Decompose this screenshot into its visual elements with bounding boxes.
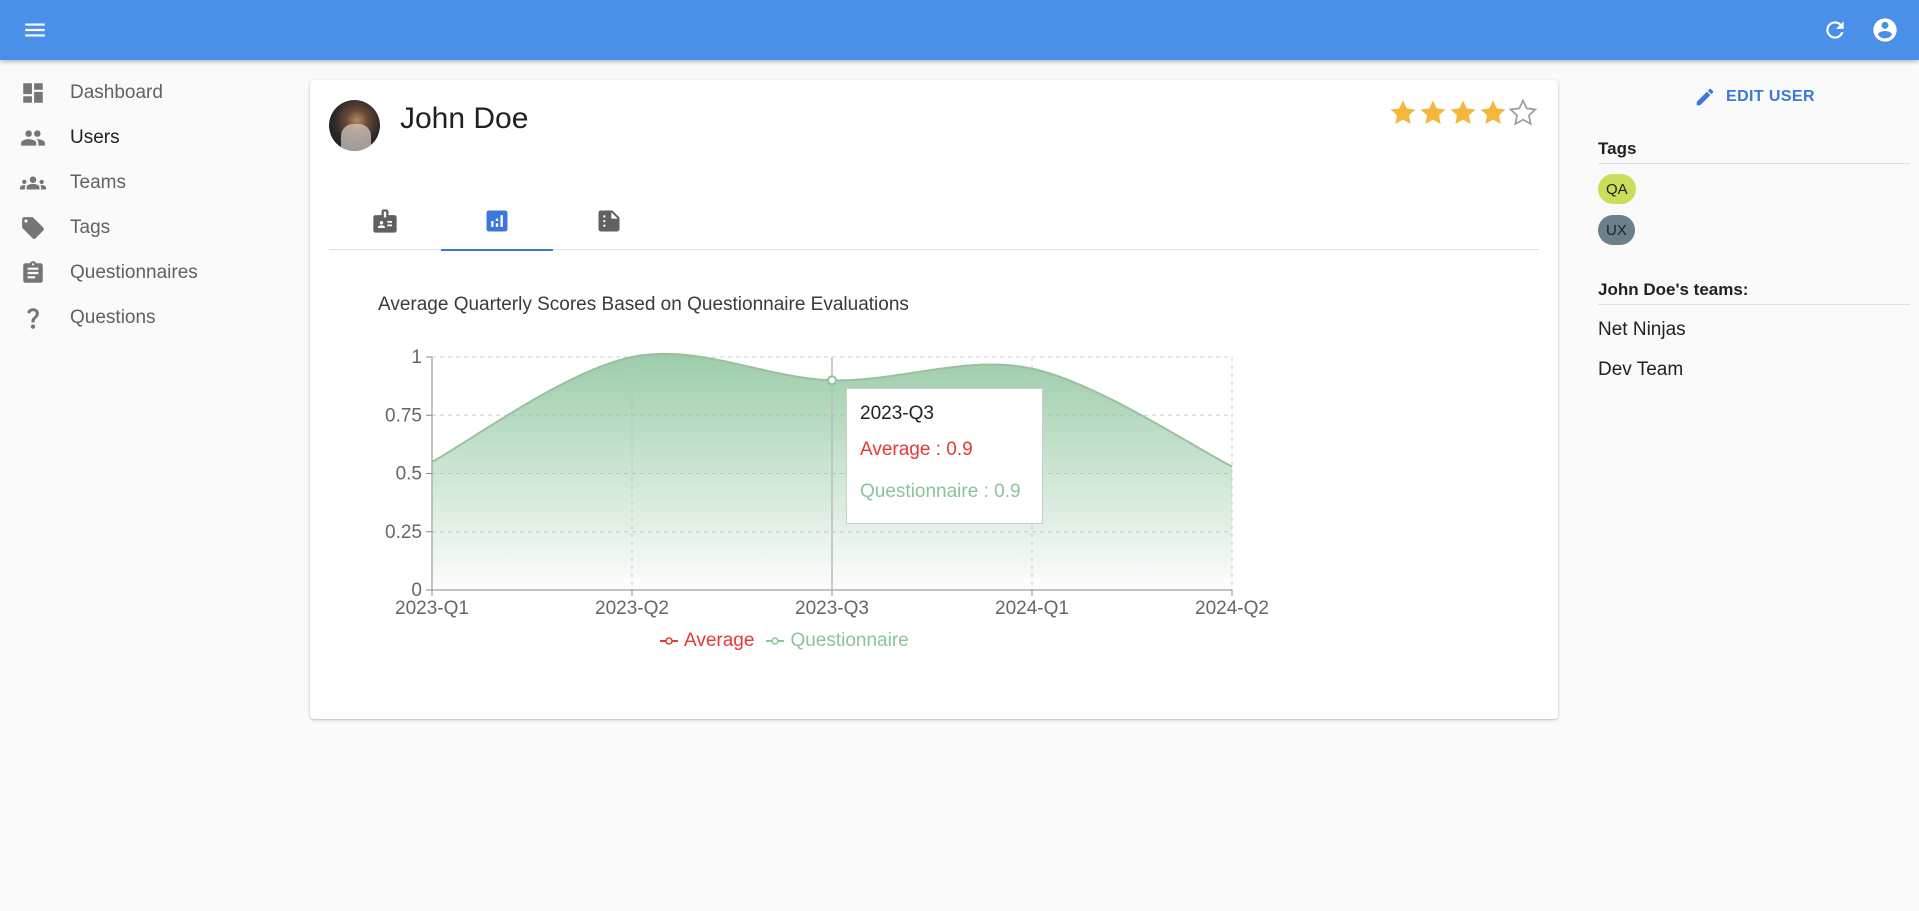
tags-title: Tags xyxy=(1598,139,1910,164)
active-data-point xyxy=(827,375,837,386)
sidebar-item-label: Questions xyxy=(70,306,156,328)
edit-user-label: EDIT USER xyxy=(1726,88,1815,105)
y-tick-label: 0.75 xyxy=(385,405,422,426)
tooltip-title: 2023-Q3 xyxy=(860,403,934,424)
account-circle-icon[interactable] xyxy=(1867,12,1903,48)
x-tick-label: 2023-Q3 xyxy=(795,598,869,619)
users-icon xyxy=(20,125,46,151)
teams-title: John Doe's teams: xyxy=(1598,280,1910,305)
sidebar-item-questions[interactable]: Questions xyxy=(0,295,300,340)
question-mark-icon xyxy=(20,305,46,331)
x-tick-label: 2024-Q2 xyxy=(1195,598,1269,619)
tag-chip-ux[interactable]: UX xyxy=(1598,215,1635,245)
y-tick-label: 0.25 xyxy=(385,522,422,543)
sidebar-item-dashboard[interactable]: Dashboard xyxy=(0,70,300,115)
chart-legend: Average Questionnaire xyxy=(660,630,909,652)
user-profile-card: John Doe Average Quarterly Scores Based … xyxy=(310,80,1558,719)
refresh-icon[interactable] xyxy=(1817,12,1853,48)
pencil-icon xyxy=(1696,88,1714,106)
y-tick-label: 0.5 xyxy=(396,464,422,485)
dashboard-icon xyxy=(20,80,46,106)
tag-icon xyxy=(20,215,46,241)
sidebar-item-teams[interactable]: Teams xyxy=(0,160,300,205)
legend-label: Questionnaire xyxy=(790,630,909,651)
legend-label: Average xyxy=(684,630,755,651)
sidebar-item-label: Dashboard xyxy=(70,81,163,103)
sidebar-item-label: Tags xyxy=(70,216,111,238)
legend-item-average[interactable]: Average xyxy=(660,630,754,652)
chart-tooltip: 2023-Q3 Average : 0.9 Questionnaire : 0.… xyxy=(846,388,1043,524)
sidebar-item-label: Teams xyxy=(70,171,126,193)
legend-marker-icon xyxy=(660,637,678,645)
sidebar-item-label: Users xyxy=(70,126,120,148)
legend-marker-icon xyxy=(766,637,785,645)
sidebar-item-label: Questionnaires xyxy=(70,261,198,283)
sidebar-item-users[interactable]: Users xyxy=(0,115,300,160)
x-tick-label: 2023-Q1 xyxy=(395,598,469,619)
tooltip-average: Average : 0.9 xyxy=(860,439,973,460)
tag-chip-qa[interactable]: QA xyxy=(1598,174,1636,204)
legend-item-questionnaire[interactable]: Questionnaire xyxy=(766,630,909,652)
edit-user-button[interactable]: EDIT USER xyxy=(1694,84,1815,110)
tooltip-questionnaire: Questionnaire : 0.9 xyxy=(860,481,1021,502)
clipboard-icon xyxy=(20,260,46,286)
x-tick-label: 2023-Q2 xyxy=(595,598,669,619)
app-bar xyxy=(0,0,1919,60)
x-tick-label: 2024-Q1 xyxy=(995,598,1069,619)
sidebar-item-tags[interactable]: Tags xyxy=(0,205,300,250)
sidebar-item-questionnaires[interactable]: Questionnaires xyxy=(0,250,300,295)
y-tick-label: 1 xyxy=(411,347,422,368)
team-item[interactable]: Dev Team xyxy=(1598,359,1683,381)
teams-icon xyxy=(20,170,46,196)
team-item[interactable]: Net Ninjas xyxy=(1598,319,1686,341)
menu-icon[interactable] xyxy=(17,12,53,48)
